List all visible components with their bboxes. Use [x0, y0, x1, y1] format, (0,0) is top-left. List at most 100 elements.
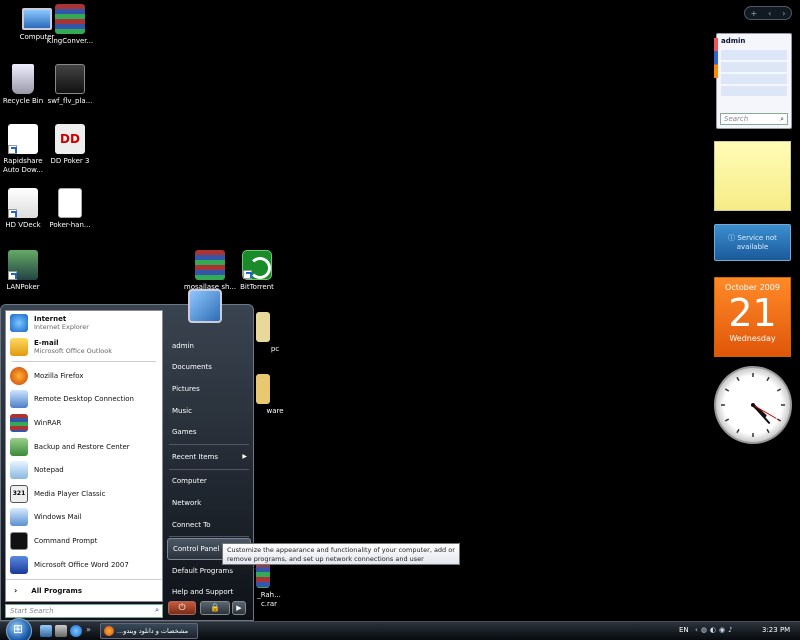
- contacts-tabs: [714, 38, 718, 78]
- lock-button[interactable]: 🔒: [200, 601, 230, 615]
- internet-explorer-icon[interactable]: [70, 625, 82, 637]
- desktop-icon-label: Poker-han...: [49, 221, 91, 229]
- places-item-label: Computer: [172, 477, 207, 486]
- power-button[interactable]: ⏻: [168, 601, 196, 615]
- desktop-icon-swf-player[interactable]: swf_flv_pla...: [35, 64, 105, 106]
- start-search-input[interactable]: Start Search ⌕: [5, 604, 163, 618]
- feed-headlines-gadget[interactable]: ⓘ Service not available: [714, 224, 791, 261]
- clock-minute-hand: [752, 404, 771, 424]
- places-item-music[interactable]: Music: [167, 400, 251, 422]
- places-item-games[interactable]: Games: [167, 421, 251, 443]
- clock-tick: [776, 388, 782, 392]
- program-item-windows-mail[interactable]: Windows Mail: [6, 506, 162, 530]
- program-item-word[interactable]: Microsoft Office Word 2007: [6, 553, 162, 577]
- switch-windows-icon[interactable]: [55, 625, 67, 637]
- program-item-label: WinRAR: [34, 418, 62, 427]
- program-item-label: Mozilla Firefox: [34, 371, 84, 380]
- desktop-icon-label: DD Poker 3: [50, 157, 90, 165]
- clock-tick: [736, 428, 740, 434]
- service-status-line2: available: [736, 243, 769, 251]
- places-item-documents[interactable]: Documents: [167, 357, 251, 379]
- program-item-media-player[interactable]: 321 Media Player Classic: [6, 482, 162, 506]
- quicklaunch-more-icon[interactable]: »: [86, 625, 94, 637]
- taskbar-button-firefox[interactable]: ...مشخصات و دانلود ویندو: [100, 623, 198, 639]
- notepad-icon: [10, 461, 28, 480]
- network-icon[interactable]: ◍: [701, 626, 710, 634]
- places-item-recent-items[interactable]: Recent Items ▶: [167, 446, 251, 468]
- media-player-icon: 321: [10, 484, 28, 503]
- sidebar-controls: + ‹ ›: [744, 6, 792, 20]
- previous-gadgets-button[interactable]: ‹: [768, 9, 771, 18]
- winrar-icon: [10, 413, 28, 432]
- desktop-icon-kingconver[interactable]: KingConver...: [35, 4, 105, 46]
- desktop-icon-label: LANPoker: [6, 283, 40, 291]
- shutdown-options-button[interactable]: ▶: [232, 601, 246, 615]
- taskbar-clock[interactable]: 3:23 PM: [762, 626, 790, 634]
- add-gadget-button[interactable]: +: [750, 9, 757, 18]
- pinned-item-subtitle: Internet Explorer: [34, 323, 89, 331]
- desktop-icon-lanpoker[interactable]: LANPoker: [0, 250, 58, 292]
- desktop: Computer KingConver... Recycle Bin swf_f…: [0, 0, 800, 640]
- service-status-line1: ⓘ Service not: [715, 234, 790, 243]
- calendar-gadget[interactable]: October 2009 21 Wednesday: [714, 277, 791, 357]
- places-item-help-support[interactable]: Help and Support: [167, 582, 251, 604]
- pinned-item-email[interactable]: E-mail Microsoft Office Outlook: [6, 335, 162, 359]
- places-item-connect-to[interactable]: Connect To: [167, 514, 251, 536]
- divider: [169, 536, 249, 538]
- program-item-notepad[interactable]: Notepad: [6, 458, 162, 482]
- pinned-item-internet[interactable]: Internet Internet Explorer: [6, 311, 162, 335]
- lock-icon: 🔒: [210, 603, 220, 612]
- contact-name[interactable]: admin: [717, 34, 791, 48]
- clock-gadget[interactable]: [714, 366, 792, 444]
- places-item-admin[interactable]: admin: [167, 335, 251, 357]
- desktop-icon-dd-poker[interactable]: DD DD Poker 3: [35, 124, 105, 166]
- places-item-label: Default Programs: [172, 566, 233, 575]
- desktop-icon-bittorrent[interactable]: BitTorrent: [222, 250, 292, 292]
- arrow-right-icon: ▶: [236, 604, 242, 612]
- places-item-network[interactable]: Network: [167, 492, 251, 514]
- contact-row[interactable]: [721, 50, 787, 60]
- clock-center: [751, 403, 755, 407]
- internet-explorer-icon: [10, 314, 28, 332]
- notes-gadget[interactable]: [714, 141, 791, 211]
- speaker-icon[interactable]: ♪: [728, 626, 735, 634]
- places-item-pictures[interactable]: Pictures: [167, 378, 251, 400]
- power-icon: ⏻: [178, 603, 186, 613]
- program-item-firefox[interactable]: Mozilla Firefox: [6, 364, 162, 388]
- contact-row[interactable]: [721, 62, 787, 72]
- language-indicator[interactable]: EN: [679, 626, 689, 634]
- all-programs-button[interactable]: › All Programs: [6, 579, 162, 601]
- contacts-search-input[interactable]: Search ⌕: [720, 113, 788, 125]
- clock-tick: [724, 388, 730, 392]
- show-desktop-icon[interactable]: [40, 625, 52, 637]
- contacts-gadget[interactable]: admin Search ⌕: [714, 33, 792, 129]
- program-item-command-prompt[interactable]: Command Prompt: [6, 529, 162, 553]
- desktop-icon-poker-han[interactable]: Poker-han...: [35, 188, 105, 230]
- control-panel-tooltip: Customize the appearance and functionali…: [222, 543, 460, 572]
- divider: [12, 361, 156, 362]
- clock-tick: [766, 376, 770, 382]
- info-icon: ⓘ: [728, 234, 736, 242]
- start-button[interactable]: [6, 618, 32, 640]
- notification-area: ‹◍◐◉♪: [695, 626, 736, 634]
- bittorrent-icon: [242, 250, 272, 280]
- places-item-computer[interactable]: Computer: [167, 471, 251, 493]
- desktop-icon-label: swf_flv_pla...: [47, 97, 93, 105]
- contact-row[interactable]: [721, 74, 787, 84]
- program-item-winrar[interactable]: WinRAR: [6, 411, 162, 435]
- places-item-label: Music: [172, 406, 192, 415]
- start-menu-programs-pane: Internet Internet Explorer E-mail Microsof…: [5, 310, 163, 602]
- start-search-placeholder: Start Search: [10, 607, 54, 615]
- divider: [169, 468, 249, 470]
- volume-icon[interactable]: ◐: [710, 626, 719, 634]
- program-item-backup[interactable]: Backup and Restore Center: [6, 435, 162, 459]
- program-item-remote-desktop[interactable]: Remote Desktop Connection: [6, 388, 162, 412]
- clock-tick: [736, 376, 740, 382]
- divider: [169, 443, 249, 445]
- contact-row[interactable]: [721, 86, 787, 96]
- user-picture[interactable]: [188, 289, 222, 323]
- bittorrent-tray-icon[interactable]: ◉: [719, 626, 728, 634]
- places-item-label: Games: [172, 428, 197, 437]
- outlook-icon: [10, 338, 28, 356]
- next-gadgets-button[interactable]: ›: [782, 9, 785, 18]
